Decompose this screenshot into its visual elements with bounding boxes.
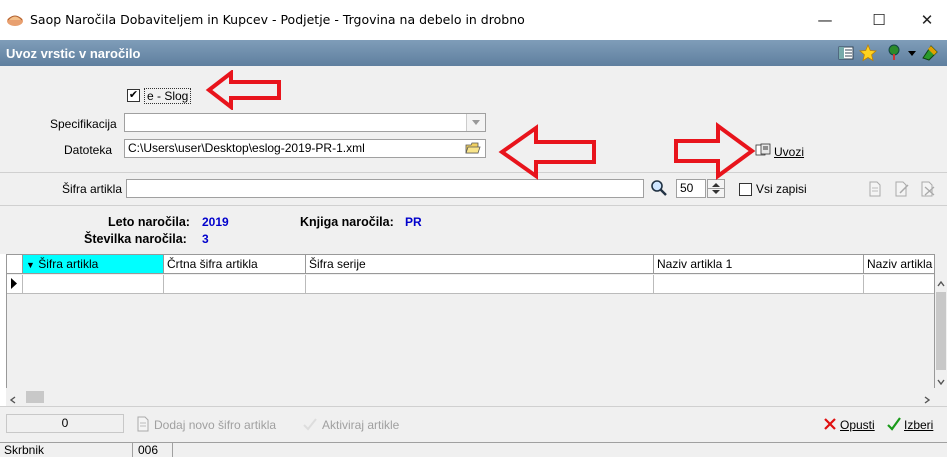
maximize-button[interactable]: ☐ (856, 4, 902, 36)
sifra-artikla-input[interactable] (126, 179, 644, 198)
stevilka-narocila-value: 3 (202, 232, 209, 246)
header-band (0, 40, 947, 66)
help-pin-icon[interactable] (884, 43, 904, 63)
stevilka-narocila-label: Številka naročila: (84, 232, 187, 246)
vertical-scrollbar[interactable] (935, 254, 947, 406)
leto-narocila-label: Leto naročila: (108, 215, 190, 229)
close-button[interactable]: ✕ (904, 4, 947, 36)
minimize-button[interactable]: — (802, 4, 848, 36)
horizontal-scrollbar[interactable] (6, 388, 935, 406)
knjiga-narocila-value: PR (405, 215, 422, 229)
aktiviraj-artikle-button[interactable]: Aktiviraj artikle (322, 418, 399, 432)
table-row-cell[interactable] (654, 275, 864, 294)
status-code: 006 (138, 443, 159, 457)
column-header-sifra-artikla[interactable]: ▼ Šifra artikla (23, 255, 164, 274)
uvozi-button[interactable]: Uvozi (774, 145, 804, 159)
vsi-zapisi-checkbox[interactable] (739, 183, 752, 196)
cancel-x-icon[interactable] (822, 416, 838, 432)
add-document-icon (136, 416, 150, 432)
specifikacija-label: Specifikacija (50, 117, 117, 131)
annotation-arrow-right-icon (674, 122, 756, 180)
dodaj-novo-sifro-button[interactable]: Dodaj novo šifro artikla (154, 418, 276, 432)
table-row-cell[interactable] (864, 275, 934, 294)
grid-corner (7, 255, 23, 274)
sifra-artikla-label: Šifra artikla (62, 182, 123, 196)
layout-icon[interactable] (836, 43, 856, 63)
table-row-cell[interactable] (23, 275, 164, 294)
app-icon (6, 11, 24, 27)
table-row-cell[interactable] (164, 275, 306, 294)
eslog-label[interactable]: e - Slog (144, 88, 192, 104)
annotation-arrow-left-icon (498, 124, 596, 180)
page-title: Uvoz vrstic v naročilo (6, 46, 141, 61)
sort-down-icon: ▼ (26, 260, 35, 270)
izberi-button[interactable]: Izberi (904, 418, 933, 432)
activate-icon (302, 416, 318, 432)
status-divider (132, 442, 133, 457)
new-document-icon[interactable] (868, 181, 882, 197)
scroll-up-icon[interactable] (937, 276, 945, 290)
leto-narocila-value: 2019 (202, 215, 229, 229)
column-header-naziv-artikla-1[interactable]: Naziv artikla 1 (654, 255, 864, 274)
column-header-crtna-sifra[interactable]: Črtna šifra artikla (164, 255, 306, 274)
knjiga-narocila-label: Knjiga naročila: (300, 215, 394, 229)
confirm-check-icon[interactable] (886, 416, 902, 432)
annotation-arrow-left-icon (205, 70, 281, 110)
hscroll-thumb[interactable] (26, 391, 44, 403)
status-divider (172, 442, 173, 457)
exit-icon[interactable] (920, 43, 940, 63)
column-header-sifra-serije[interactable]: Šifra serije (306, 255, 654, 274)
selected-count: 0 (6, 414, 124, 433)
scroll-right-icon[interactable] (924, 393, 931, 407)
datoteka-label: Datoteka (64, 143, 113, 157)
column-header-naziv-artikla[interactable]: Naziv artikla (864, 255, 934, 274)
vsi-zapisi-label[interactable]: Vsi zapisi (756, 182, 807, 196)
chevron-down-icon[interactable] (466, 114, 485, 131)
eslog-checkbox[interactable]: ✔ (127, 89, 140, 102)
import-icon[interactable] (755, 143, 771, 157)
items-grid[interactable]: ▼ Šifra artikla Črtna šifra artikla Šifr… (6, 254, 935, 406)
opusti-button[interactable]: Opusti (840, 418, 875, 432)
specifikacija-select[interactable] (124, 113, 486, 132)
folder-open-icon[interactable] (462, 140, 484, 157)
record-count-input[interactable]: 50 (676, 179, 706, 198)
table-row-cell[interactable] (306, 275, 654, 294)
edit-document-icon[interactable] (894, 181, 910, 197)
star-icon[interactable] (858, 43, 878, 63)
delete-document-icon[interactable] (920, 181, 936, 197)
window-title: Saop Naročila Dobaviteljem in Kupcev - P… (30, 12, 525, 27)
row-indicator[interactable] (7, 275, 23, 294)
datoteka-input[interactable]: C:\Users\user\Desktop\eslog-2019-PR-1.xm… (124, 139, 486, 158)
scroll-down-icon[interactable] (937, 374, 945, 388)
search-icon[interactable] (650, 179, 668, 197)
count-stepper[interactable] (707, 179, 725, 198)
status-user: Skrbnik (4, 443, 45, 457)
order-info (0, 206, 947, 254)
scroll-thumb[interactable] (936, 292, 946, 370)
dropdown-arrow-icon[interactable] (902, 43, 922, 63)
scroll-left-icon[interactable] (9, 393, 16, 407)
